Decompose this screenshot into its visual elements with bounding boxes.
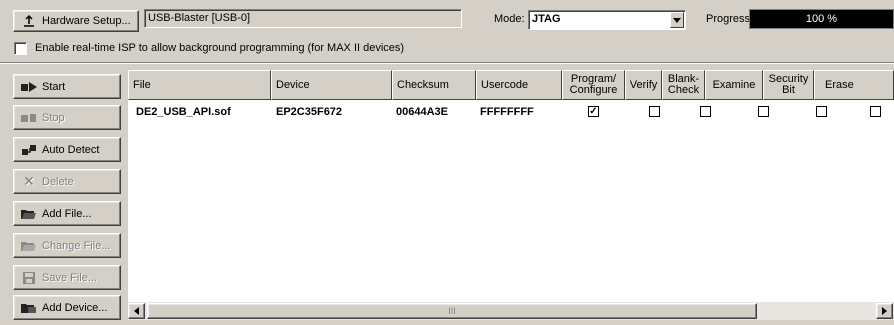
device-table[interactable]: File Device Checksum Usercode Program/ C… <box>128 70 894 320</box>
progress-text: 100 % <box>805 13 838 25</box>
mode-dropdown-button[interactable] <box>670 12 684 28</box>
scroll-thumb[interactable]: III <box>147 303 757 319</box>
add-file-label: Add File... <box>42 207 92 220</box>
hardware-setup-label: Hardware Setup... <box>42 15 131 27</box>
column-header-blank-check[interactable]: Blank- Check <box>662 70 705 100</box>
usercode-cell: FFFFFFFF <box>480 106 534 118</box>
add-device-icon <box>20 301 38 315</box>
change-file-button[interactable]: Change File... <box>13 233 121 258</box>
hardware-setup-icon <box>20 14 38 28</box>
scroll-left-button[interactable] <box>128 303 145 319</box>
progress-bar: 100 % <box>749 9 894 29</box>
file-cell[interactable]: DE2_USB_API.sof <box>136 106 231 118</box>
delete-icon: ✕ <box>23 173 35 189</box>
toolbar-separator <box>0 62 894 64</box>
save-file-icon <box>20 271 38 285</box>
change-file-icon <box>20 239 38 253</box>
add-device-button[interactable]: Add Device... <box>13 295 121 320</box>
stop-button[interactable]: Stop <box>13 105 121 130</box>
save-file-label: Save File... <box>42 271 98 284</box>
column-header-file[interactable]: File <box>128 70 271 100</box>
isp-checkbox[interactable] <box>14 42 27 55</box>
scroll-thumb-grip: III <box>448 306 456 316</box>
auto-detect-label: Auto Detect <box>42 143 100 156</box>
examine-checkbox[interactable] <box>758 106 769 117</box>
auto-detect-button[interactable]: Auto Detect <box>13 137 121 162</box>
chevron-down-icon <box>673 17 681 23</box>
column-header-usercode[interactable]: Usercode <box>476 70 562 100</box>
chevron-right-icon <box>882 307 887 315</box>
column-header-verify[interactable]: Verify <box>625 70 662 100</box>
hardware-value: USB-Blaster [USB-0] <box>148 12 251 24</box>
start-label: Start <box>42 80 66 93</box>
add-device-label: Add Device... <box>42 301 108 314</box>
stop-label: Stop <box>42 111 65 124</box>
mode-value: JTAG <box>532 13 561 25</box>
scroll-right-button[interactable] <box>876 303 893 319</box>
hardware-field: USB-Blaster [USB-0] <box>144 9 462 28</box>
horizontal-scrollbar[interactable]: III <box>128 302 894 320</box>
mode-select[interactable]: JTAG <box>528 10 686 30</box>
delete-button[interactable]: ✕ Delete <box>13 169 121 194</box>
column-header-checksum[interactable]: Checksum <box>392 70 476 100</box>
start-button[interactable]: Start <box>13 74 121 99</box>
security-bit-checkbox[interactable] <box>816 106 827 117</box>
column-header-erase[interactable]: Erase <box>814 70 894 100</box>
progress-label: Progress: <box>706 13 754 25</box>
start-icon <box>20 80 38 94</box>
chevron-left-icon <box>134 307 139 315</box>
blank-check-checkbox[interactable] <box>700 106 711 117</box>
device-cell[interactable]: EP2C35F672 <box>276 106 342 118</box>
program-configure-checkbox[interactable]: ✓ <box>588 106 599 117</box>
checksum-cell: 00644A3E <box>396 106 448 118</box>
add-file-icon <box>20 207 38 221</box>
stop-icon <box>20 111 38 125</box>
erase-checkbox[interactable] <box>870 106 881 117</box>
hardware-setup-button[interactable]: Hardware Setup... <box>13 10 139 32</box>
verify-checkbox[interactable] <box>649 106 660 117</box>
auto-detect-icon <box>20 143 38 157</box>
isp-label: Enable real-time ISP to allow background… <box>35 42 405 54</box>
column-header-examine[interactable]: Examine <box>705 70 763 100</box>
programmer-window: Hardware Setup... USB-Blaster [USB-0] Mo… <box>0 0 894 325</box>
column-header-program-configure[interactable]: Program/ Configure <box>562 70 625 100</box>
save-file-button[interactable]: Save File... <box>13 265 121 290</box>
column-header-security-bit[interactable]: Security Bit <box>763 70 814 100</box>
add-file-button[interactable]: Add File... <box>13 201 121 226</box>
column-header-device[interactable]: Device <box>271 70 392 100</box>
delete-label: Delete <box>42 175 74 188</box>
change-file-label: Change File... <box>42 239 111 252</box>
mode-label: Mode: <box>494 13 525 25</box>
